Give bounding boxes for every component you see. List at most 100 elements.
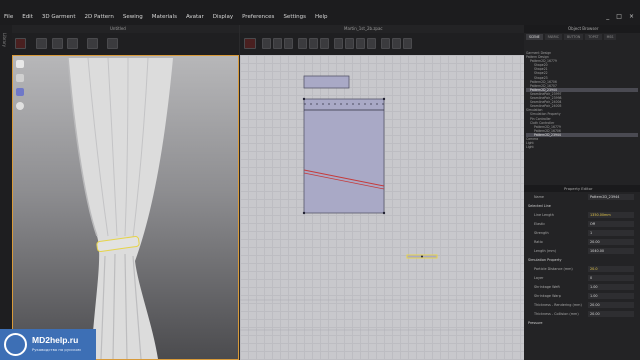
pattern-point[interactable] (382, 97, 386, 101)
avatar-icon[interactable] (16, 60, 24, 68)
texture-icon[interactable] (16, 88, 24, 96)
pattern-canvas[interactable] (240, 55, 524, 360)
free-sewing-icon[interactable] (356, 38, 365, 49)
edit-sewing-icon[interactable] (367, 38, 376, 49)
circle-icon[interactable] (320, 38, 329, 49)
edit-curve-icon[interactable] (273, 38, 282, 49)
property-section[interactable]: Selected Line (526, 202, 638, 211)
object-browser-title: Object Browser (568, 26, 599, 31)
property-row: Thickness - Rendering (mm) 20.00 (526, 301, 638, 310)
menu-edit[interactable]: Edit (22, 14, 33, 20)
viewport-3d-title: Untitled (110, 26, 126, 31)
viewport-2d-title: Martin_1st_2b.zpac (344, 26, 383, 31)
polygon-icon[interactable] (298, 38, 307, 49)
garment-icon[interactable] (16, 74, 24, 82)
texture-edit-icon[interactable] (381, 38, 390, 49)
arrangement-tool-icon[interactable] (107, 38, 118, 49)
curtain-render (16, 57, 173, 360)
watermark-title: MD2help.ru (32, 335, 79, 345)
property-value[interactable]: 1350.00mm (588, 212, 634, 218)
transform-pattern-icon[interactable] (244, 38, 256, 49)
pattern-point[interactable] (421, 255, 423, 258)
pattern-point[interactable] (382, 211, 386, 215)
menu-help[interactable]: Help (315, 14, 328, 20)
tab-mss[interactable]: MSS (603, 34, 617, 40)
measure-tool-icon[interactable] (87, 38, 98, 49)
tree-item[interactable]: Light (526, 145, 638, 149)
property-value[interactable]: 1.00 (588, 284, 634, 290)
pattern-point[interactable] (302, 211, 306, 215)
property-value[interactable]: 20.0 (588, 266, 634, 272)
property-value[interactable]: 20.00 (588, 311, 634, 317)
property-row: Layer 0 (526, 274, 638, 283)
property-value[interactable]: Off (588, 221, 634, 227)
property-value[interactable]: 1040.00 (588, 248, 634, 254)
property-value[interactable]: 1 (588, 230, 634, 236)
property-row: Thickness - Collision (mm) 20.00 (526, 310, 638, 319)
viewport-3d-canvas[interactable] (12, 55, 239, 360)
toolbar-2d (240, 33, 524, 55)
md2help-logo-icon (4, 333, 27, 356)
annotation-icon[interactable] (403, 38, 412, 49)
menu-2d-pattern[interactable]: 2D Pattern (85, 14, 114, 20)
property-label: Name (534, 195, 545, 199)
menu-materials[interactable]: Materials (152, 14, 177, 20)
property-value[interactable]: Pattern2D_23944 (588, 194, 634, 200)
property-label: Simulation Property (528, 258, 562, 262)
property-value[interactable]: 20.00 (588, 239, 634, 245)
add-point-icon[interactable] (284, 38, 293, 49)
menu-preferences[interactable]: Preferences (242, 14, 274, 20)
property-section[interactable]: Pressure (526, 319, 638, 328)
object-browser-tabs: SCENE FABRIC BUTTON TOPST MSS (526, 34, 617, 40)
pin-tool-icon[interactable] (52, 38, 63, 49)
fold-tool-icon[interactable] (36, 38, 47, 49)
pin-2d-icon[interactable] (392, 38, 401, 49)
property-value[interactable]: 1.00 (588, 293, 634, 299)
object-browser-header: Object Browser (524, 25, 640, 33)
pattern-point[interactable] (302, 97, 306, 101)
viewport-3d-titlebar: Untitled (12, 25, 239, 33)
property-label: Thickness - Rendering (mm) (534, 303, 582, 307)
property-row: Name Pattern2D_23944 (526, 193, 638, 202)
minimize-button[interactable]: _ (606, 13, 609, 20)
close-button[interactable]: × (629, 13, 634, 20)
internal-line-icon[interactable] (334, 38, 343, 49)
md2help-watermark: MD2help.ru Руководство на русском (0, 329, 96, 360)
property-value[interactable]: 0 (588, 275, 634, 281)
select-tool-icon[interactable] (15, 38, 26, 49)
library-label: Library (2, 33, 7, 47)
menu-file[interactable]: File (4, 14, 13, 20)
maximize-button[interactable]: □ (616, 13, 622, 20)
pattern-piece-small[interactable] (303, 75, 350, 89)
tape-tool-icon[interactable] (67, 38, 78, 49)
tab-topst[interactable]: TOPST (585, 34, 602, 40)
property-label: Line Length (534, 213, 554, 217)
tab-scene[interactable]: SCENE (526, 34, 543, 40)
property-label: Thickness - Collision (mm) (534, 312, 579, 316)
property-section[interactable]: Simulation Property (526, 256, 638, 265)
menu-3d-garment[interactable]: 3D Garment (42, 14, 76, 20)
property-row: Strength 1 (526, 229, 638, 238)
scene-tree: Garment Design Pattern Design Pattern2D_16… (526, 51, 638, 149)
rectangle-icon[interactable] (309, 38, 318, 49)
edit-pattern-icon[interactable] (262, 38, 271, 49)
pattern-layout (240, 75, 524, 331)
render-icon[interactable] (16, 102, 24, 110)
menu-avatar[interactable]: Avatar (186, 14, 204, 20)
property-value[interactable]: 20.00 (588, 302, 634, 308)
segment-sewing-icon[interactable] (345, 38, 354, 49)
property-label: Shrinkage Warp (534, 294, 561, 298)
window-controls: _ □ × (606, 13, 634, 20)
library-strip[interactable]: Library (0, 25, 12, 360)
menu-display[interactable]: Display (213, 14, 233, 20)
right-panel: Object Browser SCENE FABRIC BUTTON TOPST… (524, 25, 640, 360)
property-row: Particle Distance (mm) 20.0 (526, 265, 638, 274)
property-row: Shrinkage Warp 1.00 (526, 292, 638, 301)
menu-settings[interactable]: Settings (283, 14, 306, 20)
pattern-piece-main[interactable] (303, 98, 385, 214)
menu-sewing[interactable]: Sewing (123, 14, 143, 20)
tab-fabric[interactable]: FABRIC (544, 34, 562, 40)
property-row: Line Length 1350.00mm (526, 211, 638, 220)
toolbar-3d (12, 33, 239, 55)
tab-button[interactable]: BUTTON (563, 34, 584, 40)
